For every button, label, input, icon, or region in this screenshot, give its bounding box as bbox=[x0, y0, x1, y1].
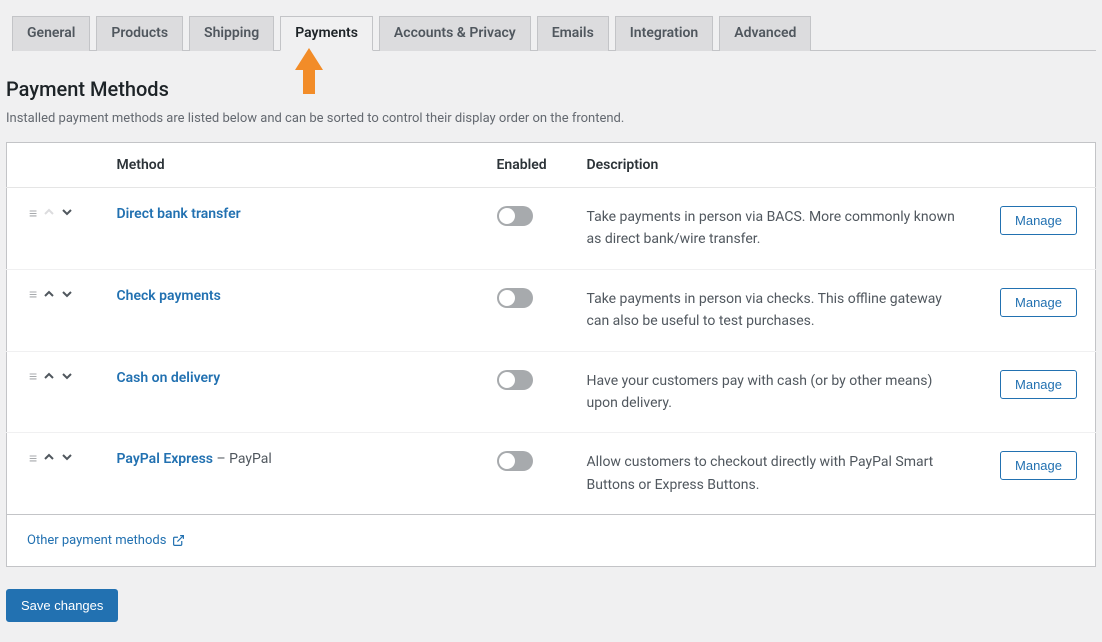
col-description-header: Description bbox=[577, 143, 986, 188]
col-manage-header bbox=[986, 143, 1096, 188]
sort-controls: ≡ bbox=[17, 288, 97, 303]
external-link-icon bbox=[172, 534, 185, 547]
page-subtext: Installed payment methods are listed bel… bbox=[6, 111, 1096, 126]
manage-button[interactable]: Manage bbox=[1000, 288, 1077, 317]
move-up-icon[interactable] bbox=[43, 370, 55, 385]
tab-advanced[interactable]: Advanced bbox=[719, 16, 811, 51]
method-description: Take payments in person via BACS. More c… bbox=[587, 206, 967, 251]
page-title: Payment Methods bbox=[6, 77, 1096, 101]
move-up-icon bbox=[43, 206, 55, 221]
tab-integration[interactable]: Integration bbox=[615, 16, 713, 51]
tab-shipping[interactable]: Shipping bbox=[189, 16, 274, 51]
method-description: Allow customers to checkout directly wit… bbox=[587, 451, 967, 496]
enabled-toggle[interactable] bbox=[497, 288, 533, 308]
manage-button[interactable]: Manage bbox=[1000, 370, 1077, 399]
method-suffix: – PayPal bbox=[213, 451, 272, 467]
other-payment-methods-label: Other payment methods bbox=[27, 533, 166, 548]
move-up-icon[interactable] bbox=[43, 288, 55, 303]
sort-controls: ≡ bbox=[17, 451, 97, 466]
method-link[interactable]: PayPal Express bbox=[117, 451, 214, 467]
move-up-icon[interactable] bbox=[43, 451, 55, 466]
method-link[interactable]: Check payments bbox=[117, 288, 221, 304]
enabled-toggle[interactable] bbox=[497, 370, 533, 390]
sort-controls: ≡ bbox=[17, 370, 97, 385]
payment-methods-table: Method Enabled Description ≡ Direct bank … bbox=[6, 142, 1096, 515]
manage-button[interactable]: Manage bbox=[1000, 451, 1077, 480]
move-down-icon[interactable] bbox=[61, 451, 73, 466]
table-row: ≡ Direct bank transfer Take payments in pe… bbox=[7, 188, 1096, 270]
col-sort-header bbox=[7, 143, 107, 188]
sort-controls: ≡ bbox=[17, 206, 97, 221]
table-row: ≡ Check payments Take payments in person v… bbox=[7, 269, 1096, 351]
method-description: Take payments in person via checks. This… bbox=[587, 288, 967, 333]
move-down-icon[interactable] bbox=[61, 206, 73, 221]
manage-button[interactable]: Manage bbox=[1000, 206, 1077, 235]
method-link[interactable]: Direct bank transfer bbox=[117, 206, 241, 222]
drag-handle-icon[interactable]: ≡ bbox=[29, 207, 37, 221]
settings-tabs: GeneralProductsShippingPaymentsAccounts … bbox=[12, 0, 1096, 51]
table-footer: Other payment methods bbox=[6, 515, 1096, 567]
save-changes-button[interactable]: Save changes bbox=[6, 589, 118, 622]
toggle-knob-icon bbox=[499, 290, 515, 306]
col-method-header: Method bbox=[107, 143, 487, 188]
move-down-icon[interactable] bbox=[61, 288, 73, 303]
enabled-toggle[interactable] bbox=[497, 206, 533, 226]
table-row: ≡ PayPal Express – PayPal Allow customers … bbox=[7, 433, 1096, 515]
tab-payments[interactable]: Payments bbox=[280, 16, 373, 51]
tab-general[interactable]: General bbox=[12, 16, 90, 51]
toggle-knob-icon bbox=[499, 208, 515, 224]
toggle-knob-icon bbox=[499, 372, 515, 388]
tab-products[interactable]: Products bbox=[96, 16, 183, 51]
move-down-icon[interactable] bbox=[61, 370, 73, 385]
toggle-knob-icon bbox=[499, 453, 515, 469]
table-row: ≡ Cash on delivery Have your customers pay… bbox=[7, 351, 1096, 433]
tab-accounts-privacy[interactable]: Accounts & Privacy bbox=[379, 16, 531, 51]
drag-handle-icon[interactable]: ≡ bbox=[29, 452, 37, 466]
method-description: Have your customers pay with cash (or by… bbox=[587, 370, 967, 415]
other-payment-methods-link[interactable]: Other payment methods bbox=[27, 533, 185, 548]
drag-handle-icon[interactable]: ≡ bbox=[29, 370, 37, 384]
method-link[interactable]: Cash on delivery bbox=[117, 370, 221, 386]
tab-emails[interactable]: Emails bbox=[537, 16, 609, 51]
col-enabled-header: Enabled bbox=[487, 143, 577, 188]
drag-handle-icon[interactable]: ≡ bbox=[29, 288, 37, 302]
enabled-toggle[interactable] bbox=[497, 451, 533, 471]
